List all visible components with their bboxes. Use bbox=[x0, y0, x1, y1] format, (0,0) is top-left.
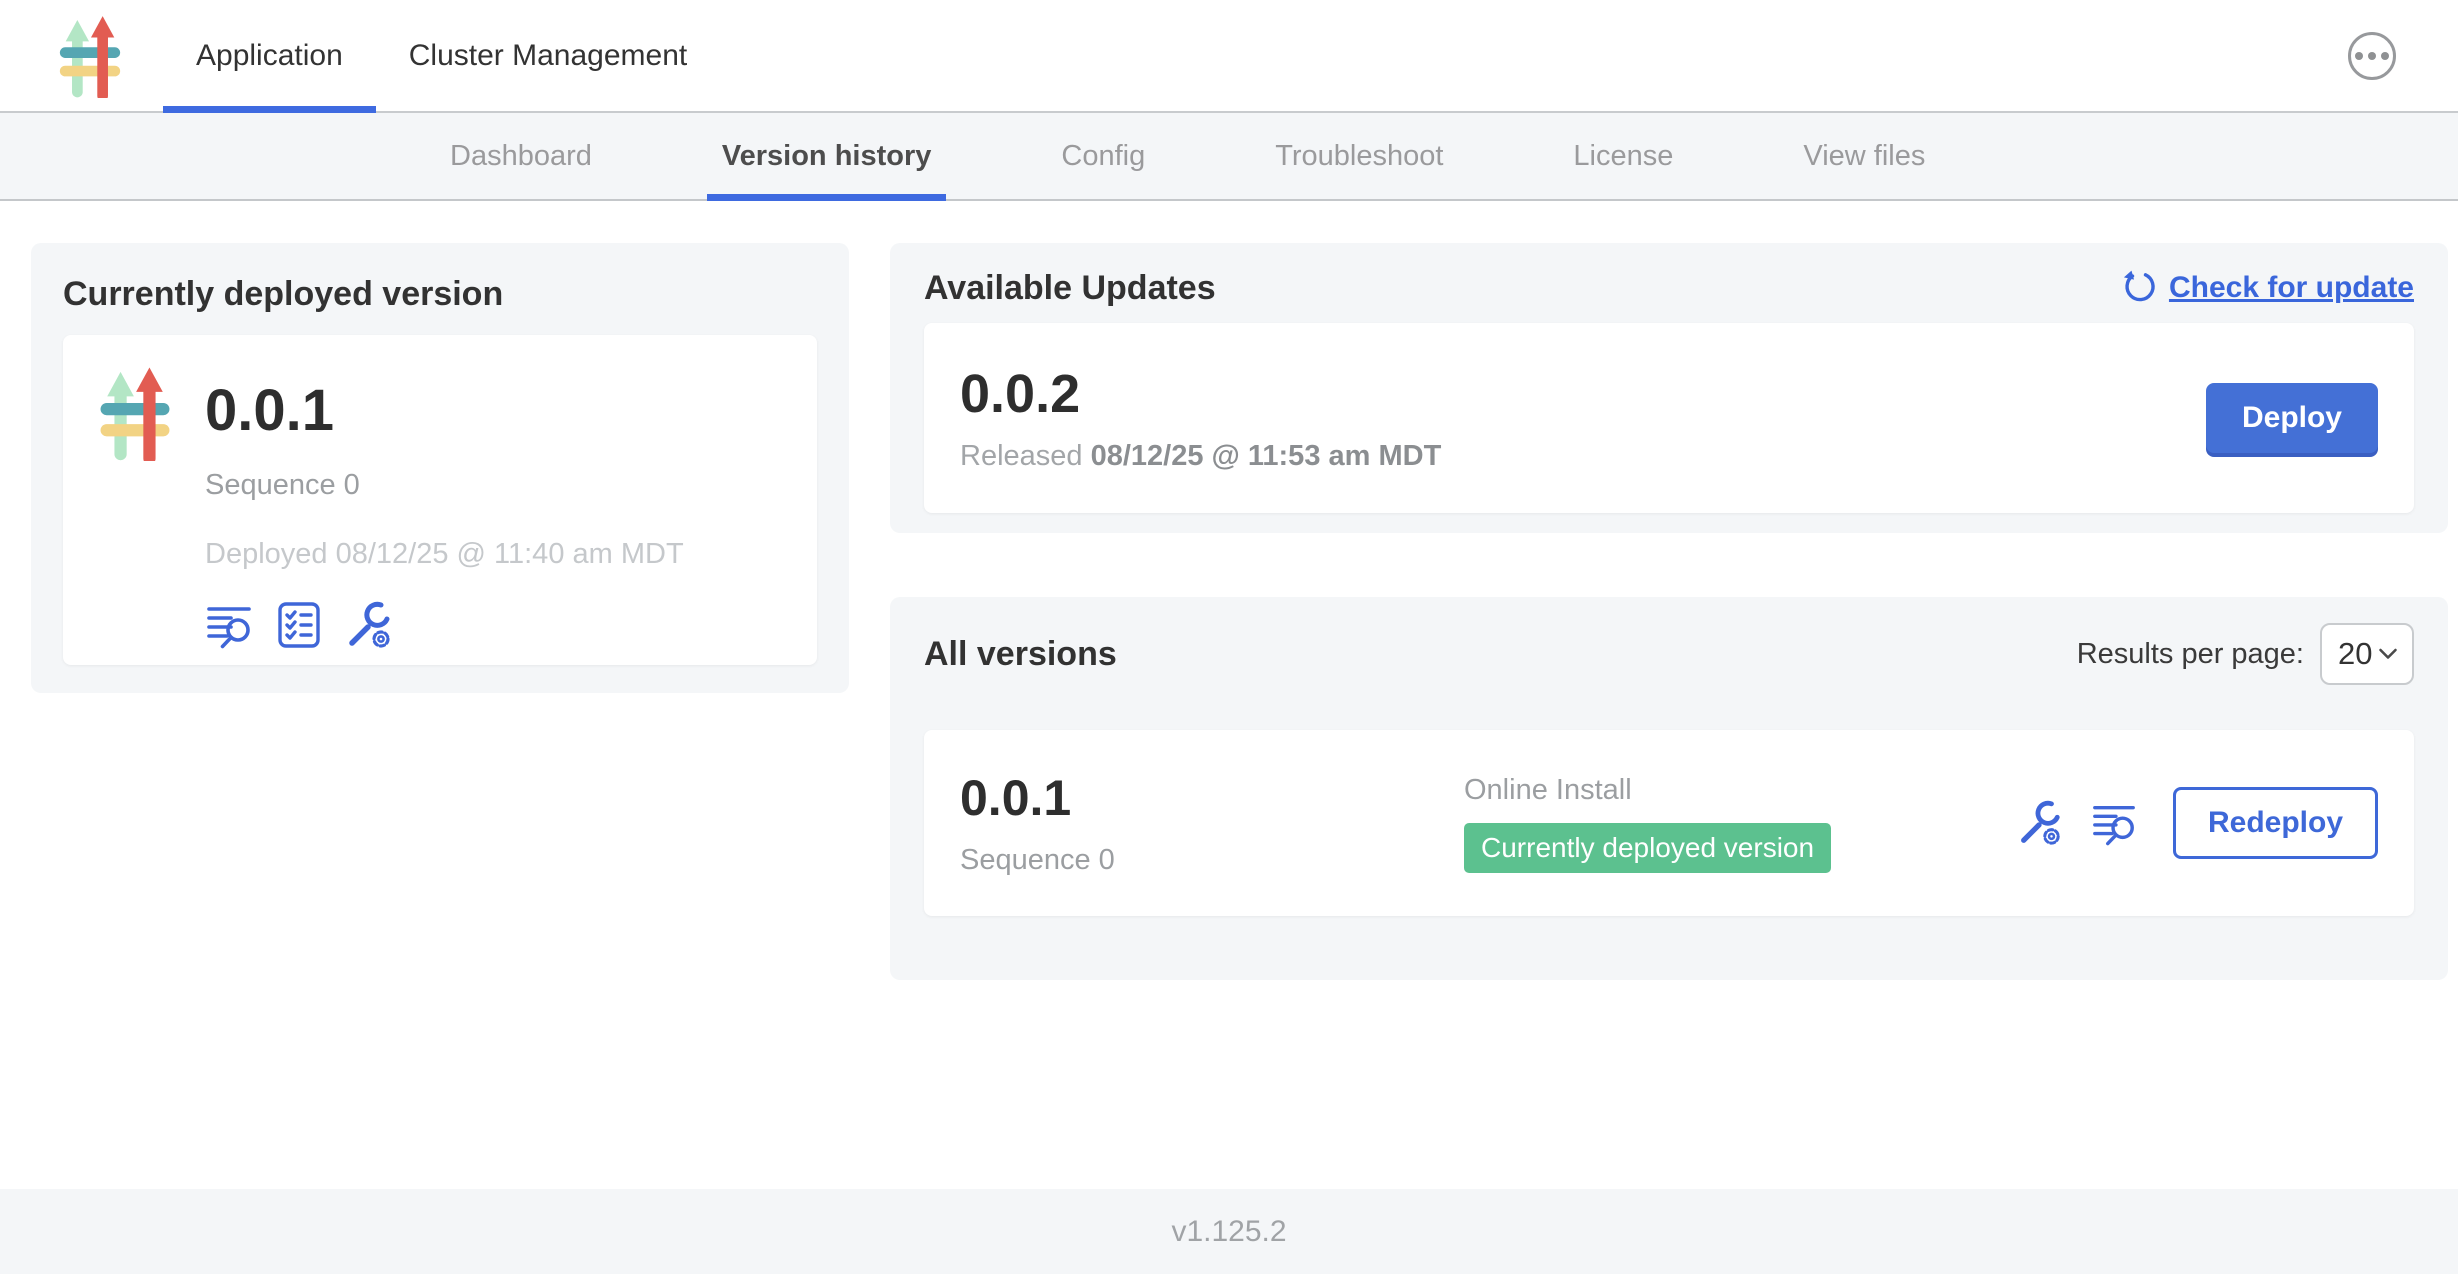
redeploy-button[interactable]: Redeploy bbox=[2173, 787, 2378, 859]
release-notes-icon[interactable] bbox=[2091, 800, 2137, 846]
release-notes-icon[interactable] bbox=[205, 601, 253, 649]
subnav-label: Config bbox=[1061, 140, 1145, 173]
overflow-menu-button[interactable] bbox=[2348, 32, 2396, 80]
subnav-item-config[interactable]: Config bbox=[1046, 113, 1160, 199]
results-per-page-value: 20 bbox=[2338, 636, 2372, 672]
app-logo-icon bbox=[55, 14, 125, 98]
page-footer: v1.125.2 bbox=[0, 1189, 2458, 1274]
check-for-update-link[interactable]: Check for update bbox=[2121, 270, 2414, 306]
available-updates-title: Available Updates bbox=[924, 269, 1216, 307]
currently-deployed-badge: Currently deployed version bbox=[1464, 823, 1831, 873]
update-row: 0.0.2 Released 08/12/25 @ 11:53 am MDT D… bbox=[924, 323, 2414, 513]
top-header: Application Cluster Management bbox=[0, 0, 2458, 113]
available-updates-panel: Available Updates Check for update 0.0.2 bbox=[890, 243, 2448, 533]
subnav-label: License bbox=[1573, 140, 1673, 173]
chevron-down-icon bbox=[2378, 647, 2398, 661]
check-for-update-label: Check for update bbox=[2169, 271, 2414, 305]
deploy-button[interactable]: Deploy bbox=[2206, 383, 2378, 453]
all-versions-panel: All versions Results per page: 20 bbox=[890, 597, 2448, 980]
subnav-item-dashboard[interactable]: Dashboard bbox=[435, 113, 607, 199]
subnav-item-version-history[interactable]: Version history bbox=[707, 113, 947, 199]
subnav-label: Troubleshoot bbox=[1275, 140, 1443, 173]
row-actions bbox=[2017, 800, 2137, 846]
results-per-page: Results per page: 20 bbox=[2077, 623, 2414, 685]
deployed-actions bbox=[205, 601, 684, 649]
deployed-version-card: 0.0.1 Sequence 0 Deployed 08/12/25 @ 11:… bbox=[63, 335, 817, 665]
subnav-label: Version history bbox=[722, 140, 932, 173]
primary-nav: Application Cluster Management bbox=[163, 0, 720, 111]
update-released-line: Released 08/12/25 @ 11:53 am MDT bbox=[960, 440, 1441, 473]
deployed-version-number: 0.0.1 bbox=[205, 379, 684, 443]
config-icon[interactable] bbox=[2017, 800, 2063, 846]
app-logo-icon bbox=[95, 365, 175, 639]
tab-cluster-management[interactable]: Cluster Management bbox=[376, 0, 720, 111]
ellipsis-icon bbox=[2355, 52, 2363, 60]
row-version-number: 0.0.1 bbox=[960, 770, 1464, 826]
subnav-item-license[interactable]: License bbox=[1558, 113, 1688, 199]
refresh-icon bbox=[2121, 270, 2157, 306]
version-row: 0.0.1 Sequence 0 Online Install Currentl… bbox=[924, 730, 2414, 916]
results-per-page-label: Results per page: bbox=[2077, 638, 2304, 671]
subnav-item-view-files[interactable]: View files bbox=[1788, 113, 1940, 199]
tab-application-label: Application bbox=[196, 39, 343, 73]
tab-cluster-management-label: Cluster Management bbox=[409, 39, 687, 73]
deployed-sequence: Sequence 0 bbox=[205, 469, 684, 502]
config-icon[interactable] bbox=[345, 601, 393, 649]
subnav-label: View files bbox=[1803, 140, 1925, 173]
currently-deployed-panel: Currently deployed version 0.0.1 Sequenc… bbox=[31, 243, 849, 693]
row-sequence: Sequence 0 bbox=[960, 844, 1464, 877]
update-version-number: 0.0.2 bbox=[960, 364, 1441, 424]
deployed-timestamp: Deployed 08/12/25 @ 11:40 am MDT bbox=[205, 538, 684, 571]
console-version: v1.125.2 bbox=[1171, 1215, 1286, 1249]
preflight-checks-icon[interactable] bbox=[275, 601, 323, 649]
subnav-label: Dashboard bbox=[450, 140, 592, 173]
currently-deployed-title: Currently deployed version bbox=[63, 275, 817, 313]
app-subnav: Dashboard Version history Config Trouble… bbox=[0, 113, 2458, 201]
all-versions-title: All versions bbox=[924, 635, 1117, 673]
tab-application[interactable]: Application bbox=[163, 0, 376, 111]
results-per-page-select[interactable]: 20 bbox=[2320, 623, 2414, 685]
subnav-item-troubleshoot[interactable]: Troubleshoot bbox=[1260, 113, 1458, 199]
main-content: Currently deployed version 0.0.1 Sequenc… bbox=[0, 201, 2458, 1189]
row-install-type: Online Install bbox=[1464, 774, 2017, 807]
right-column: Available Updates Check for update 0.0.2 bbox=[890, 243, 2448, 980]
